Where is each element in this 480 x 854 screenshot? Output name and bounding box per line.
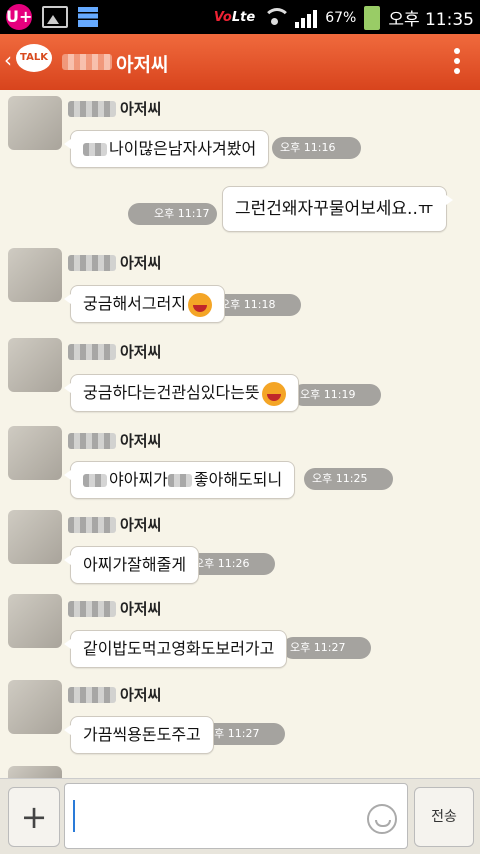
message-bubble: 아찌가잘해줄게 <box>63 546 200 584</box>
message-time: 오후 11:19 <box>292 384 382 406</box>
grin-emoji-icon <box>188 292 213 317</box>
message-input[interactable] <box>64 783 408 849</box>
input-bar: + 전송 <box>0 778 480 854</box>
avatar[interactable] <box>8 248 62 302</box>
avatar[interactable] <box>8 510 62 564</box>
avatar[interactable] <box>8 680 62 734</box>
message-time: 오후 11:18 <box>212 294 302 316</box>
message-bubble: 궁금해서그러지 <box>63 285 226 323</box>
blurred-name <box>62 54 112 70</box>
avatar[interactable] <box>8 338 62 392</box>
sender-name: 아저씨 <box>68 98 161 120</box>
app-notification-icon <box>78 7 98 27</box>
message-time: 오후 11:16 <box>272 137 362 159</box>
sender-name: 아저씨 <box>68 684 161 706</box>
signal-icon <box>295 8 318 28</box>
avatar[interactable] <box>8 766 62 778</box>
battery-percent: 67% <box>325 9 357 26</box>
avatar[interactable] <box>8 594 62 648</box>
message-time: 오후 11:26 <box>186 553 276 575</box>
sender-name: 아저씨 <box>68 430 161 452</box>
message-bubble: 가끔씩용돈도주고 <box>64 716 214 754</box>
message-time: 오후 11:27 <box>282 637 372 659</box>
sender-name: 아저씨 <box>68 341 161 363</box>
message-bubble: 그런건왜자꾸물어보세요..ㅠ <box>222 186 452 232</box>
emoticon-icon[interactable] <box>367 804 397 834</box>
tongue-emoji-icon <box>261 381 286 406</box>
sender-name: 아저씨 <box>68 252 161 274</box>
message-time: 오후 11:17 <box>128 203 218 225</box>
carrier-icon: U+ <box>6 4 32 30</box>
kakaotalk-logo[interactable]: TALK <box>16 44 52 72</box>
menu-icon[interactable] <box>454 48 460 78</box>
message-bubble: 야아찌가 좋아해도되니 <box>63 461 296 499</box>
send-button[interactable]: 전송 <box>414 787 474 847</box>
volte-indicator: VoLte <box>213 10 256 25</box>
sender-name: 아저씨 <box>68 514 161 536</box>
message-bubble: 같이밥도먹고영화도보러가고 <box>63 630 288 668</box>
chat-title: 아저씨 <box>116 54 169 76</box>
message-bubble: 나이많은남자사겨봤어 <box>63 130 270 168</box>
back-icon[interactable]: ‹ <box>4 48 12 72</box>
chat-header: ‹ TALK 아저씨 <box>0 34 480 90</box>
battery-icon <box>364 5 381 30</box>
wifi-icon <box>263 7 292 28</box>
clock: 오후 11:35 <box>388 10 474 30</box>
gallery-notification-icon <box>42 6 68 28</box>
message-bubble: 궁금하다는건관심있다는뜻 <box>64 374 299 412</box>
text-cursor <box>73 800 75 832</box>
attach-button[interactable]: + <box>8 787 60 847</box>
avatar[interactable] <box>8 96 62 150</box>
avatar[interactable] <box>8 426 62 480</box>
sender-name: 아저씨 <box>68 598 161 620</box>
status-bar: U+ VoLte 67% 오후 11:35 <box>0 0 480 34</box>
message-time: 오후 11:25 <box>304 468 394 490</box>
